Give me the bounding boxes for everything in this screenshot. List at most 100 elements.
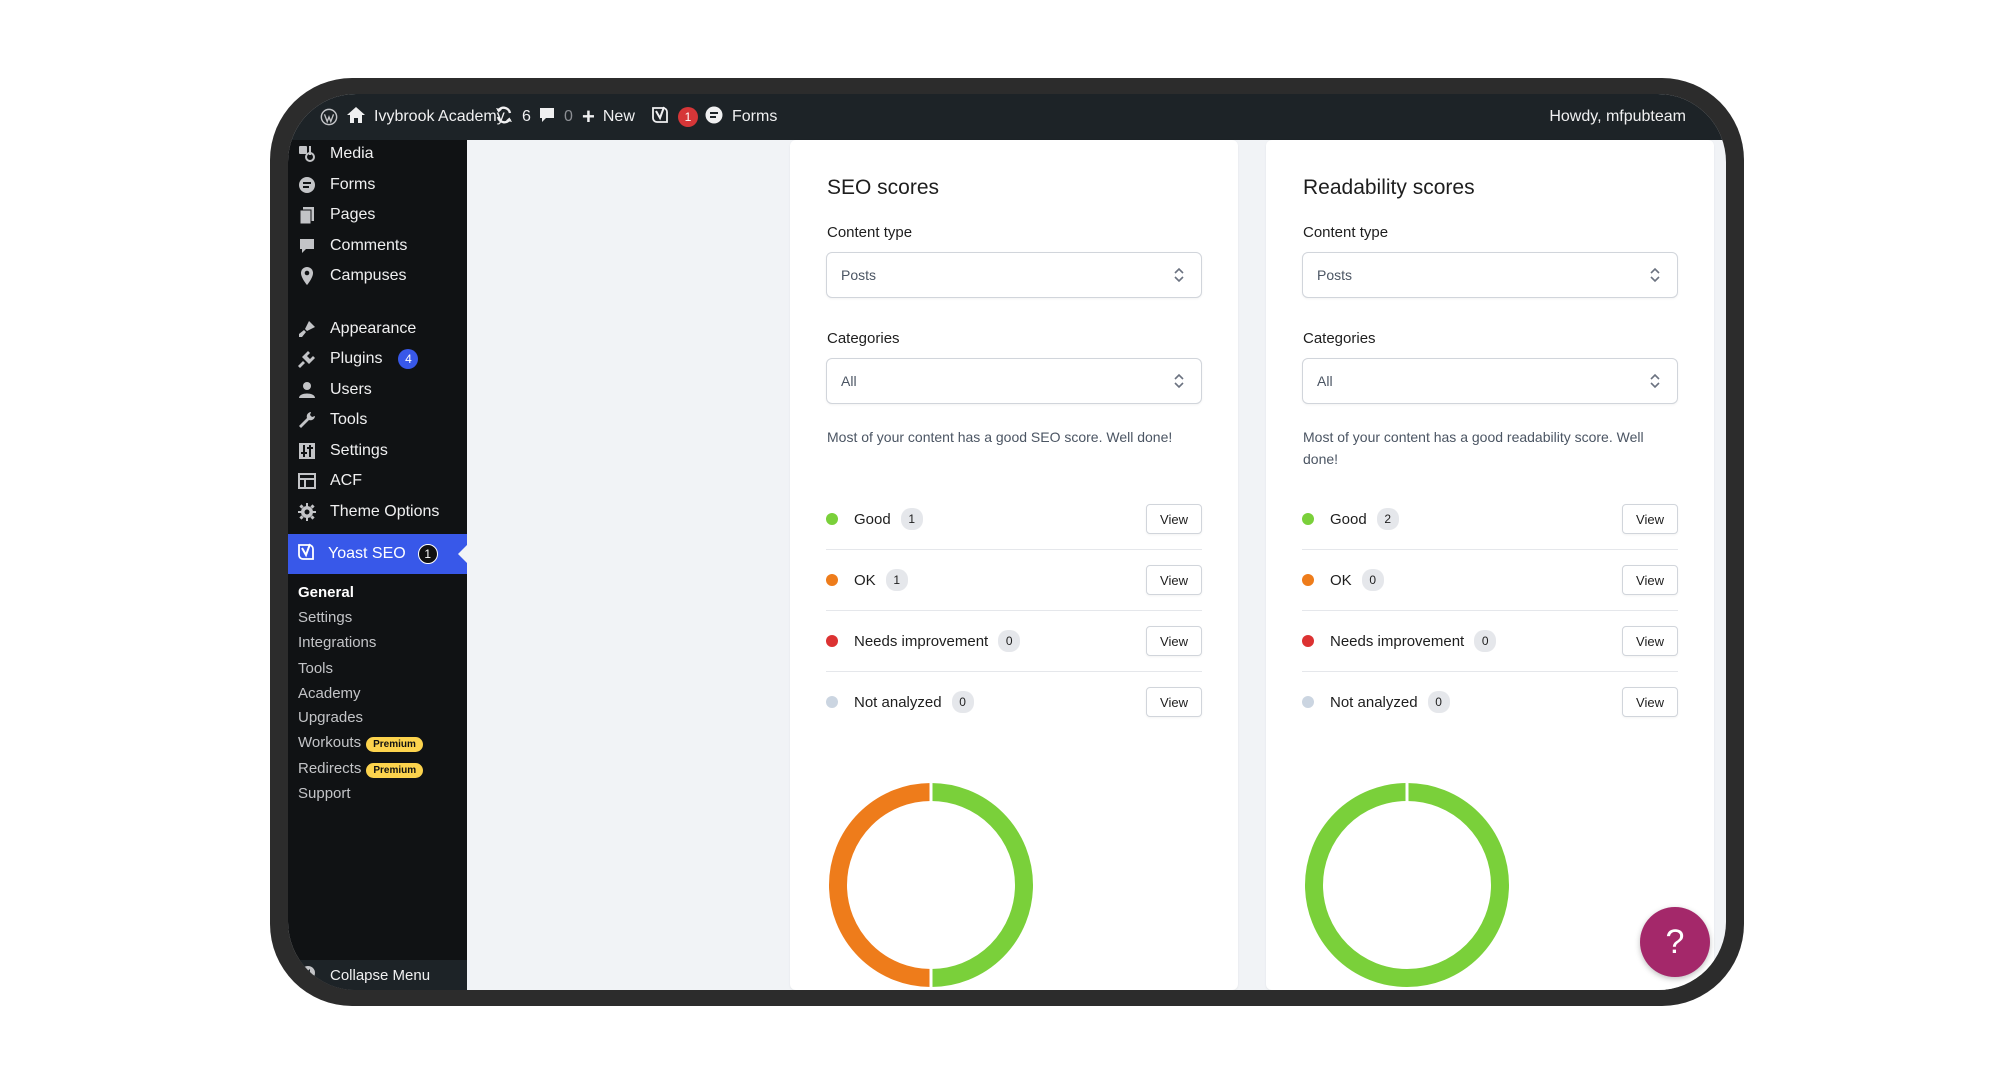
yoast-notification-badge: 1 — [678, 107, 698, 127]
submenu-tools[interactable]: Tools — [298, 660, 333, 677]
collapse-menu-button[interactable]: Collapse Menu — [288, 960, 467, 990]
sidebar-item-appearance[interactable]: Appearance — [296, 313, 416, 345]
sidebar-item-label: Forms — [330, 176, 376, 193]
location-pin-icon — [296, 265, 318, 287]
card-title: SEO scores — [827, 176, 940, 199]
status-dot-good — [1302, 513, 1314, 525]
comments-icon — [296, 235, 318, 257]
view-button[interactable]: View — [1146, 504, 1202, 534]
comments-link[interactable]: 0 — [538, 94, 573, 140]
view-button[interactable]: View — [1146, 565, 1202, 595]
help-button[interactable]: ? — [1640, 907, 1710, 977]
sidebar-item-campuses[interactable]: Campuses — [296, 260, 406, 292]
view-button[interactable]: View — [1146, 687, 1202, 717]
sidebar-item-acf[interactable]: ACF — [296, 465, 362, 497]
premium-badge: Premium — [366, 763, 424, 778]
sidebar-item-media[interactable]: Media — [296, 138, 374, 170]
status-dot-ok — [1302, 574, 1314, 586]
sidebar-item-label: Appearance — [330, 320, 417, 337]
submenu-workouts[interactable]: Workouts Premium — [298, 734, 423, 752]
chevron-up-down-icon — [1650, 373, 1660, 389]
view-button[interactable]: View — [1622, 626, 1678, 656]
categories-select[interactable]: All — [1302, 358, 1678, 404]
categories-label: Categories — [1303, 330, 1376, 347]
sidebar-item-label: Pages — [330, 206, 376, 223]
score-row-ok: OK 0 View — [1302, 550, 1678, 611]
card-title: Readability scores — [1303, 176, 1475, 199]
admin-bar: Ivybrook Academy 6 0 + New 1 Forms Howdy… — [288, 94, 1726, 140]
select-value: All — [841, 373, 857, 389]
new-content-link[interactable]: + New — [582, 94, 635, 140]
yoast-notification-badge: 1 — [417, 544, 438, 564]
sidebar-item-label: Comments — [330, 237, 408, 254]
comments-count: 0 — [564, 108, 573, 125]
sidebar-item-yoast-seo[interactable]: Yoast SEO 1 — [288, 534, 467, 574]
gear-icon — [296, 501, 318, 523]
users-icon — [296, 379, 318, 401]
content-type-label: Content type — [827, 224, 913, 241]
row-count: 0 — [998, 630, 1021, 652]
status-dot-not-analyzed — [1302, 696, 1314, 708]
view-button[interactable]: View — [1622, 504, 1678, 534]
updates-count: 6 — [522, 108, 531, 125]
content-type-select[interactable]: Posts — [1302, 252, 1678, 298]
sidebar-item-users[interactable]: Users — [296, 374, 372, 406]
submenu-general[interactable]: General — [298, 584, 354, 601]
site-name-link[interactable]: Ivybrook Academy — [346, 94, 505, 140]
site-name: Ivybrook Academy — [374, 108, 505, 125]
row-count: 0 — [1427, 691, 1450, 713]
current-menu-arrow — [458, 545, 467, 563]
acf-icon — [296, 470, 318, 492]
score-row-ok: OK 1 View — [826, 550, 1202, 611]
my-account-link[interactable]: Howdy, mfpubteam — [1549, 94, 1686, 140]
submenu-support[interactable]: Support — [298, 785, 351, 802]
content-type-select[interactable]: Posts — [826, 252, 1202, 298]
yoast-adminbar-link[interactable]: 1 — [650, 94, 698, 140]
sidebar-item-theme-options[interactable]: Theme Options — [296, 496, 439, 528]
score-description: Most of your content has a good readabil… — [1303, 429, 1644, 467]
forms-icon — [296, 174, 318, 196]
forms-adminbar-link[interactable]: Forms — [704, 94, 777, 140]
view-button[interactable]: View — [1622, 687, 1678, 717]
sidebar-item-forms[interactable]: Forms — [296, 169, 375, 201]
sidebar-item-comments[interactable]: Comments — [296, 230, 407, 262]
sidebar-item-label: Settings — [330, 442, 388, 459]
sidebar-item-tools[interactable]: Tools — [296, 404, 367, 436]
score-row-good: Good 2 View — [1302, 489, 1678, 550]
sidebar-item-label: Users — [330, 381, 372, 398]
view-button[interactable]: View — [1622, 565, 1678, 595]
refresh-icon — [494, 105, 514, 130]
donut-segment-good — [1305, 783, 1509, 987]
row-label: OK — [854, 571, 876, 589]
submenu-redirects[interactable]: Redirects Premium — [298, 760, 424, 778]
row-label: Not analyzed — [1330, 693, 1418, 711]
sidebar-item-settings[interactable]: Settings — [296, 435, 388, 467]
wrench-icon — [296, 409, 318, 431]
status-dot-bad — [1302, 635, 1314, 647]
view-button[interactable]: View — [1146, 626, 1202, 656]
admin-sidebar: Media Forms Pages Comments Campuses Appe… — [288, 140, 467, 990]
categories-select[interactable]: All — [826, 358, 1202, 404]
forms-icon — [704, 105, 724, 130]
wordpress-logo-icon[interactable] — [320, 94, 338, 140]
sidebar-item-plugins[interactable]: Plugins 4 — [296, 343, 419, 375]
submenu-academy[interactable]: Academy — [298, 685, 361, 702]
submenu-settings[interactable]: Settings — [298, 609, 352, 626]
updates-link[interactable]: 6 — [494, 94, 531, 140]
submenu-integrations[interactable]: Integrations — [298, 634, 376, 651]
submenu-upgrades[interactable]: Upgrades — [298, 709, 363, 726]
yoast-logo-icon — [650, 105, 670, 130]
status-dot-not-analyzed — [826, 696, 838, 708]
sidebar-item-label: Yoast SEO — [328, 545, 406, 562]
sidebar-item-pages[interactable]: Pages — [296, 199, 375, 231]
content-type-label: Content type — [1303, 224, 1389, 241]
row-label: Needs improvement — [854, 632, 989, 650]
sidebar-item-label: ACF — [330, 472, 362, 489]
comment-bubble-icon — [538, 106, 556, 129]
submenu-label: Redirects — [298, 760, 362, 777]
forms-label: Forms — [732, 108, 778, 125]
screen: Ivybrook Academy 6 0 + New 1 Forms Howdy… — [288, 94, 1726, 990]
plus-icon: + — [582, 104, 595, 129]
new-label: New — [602, 108, 635, 125]
sidebar-item-label: Tools — [330, 411, 368, 428]
